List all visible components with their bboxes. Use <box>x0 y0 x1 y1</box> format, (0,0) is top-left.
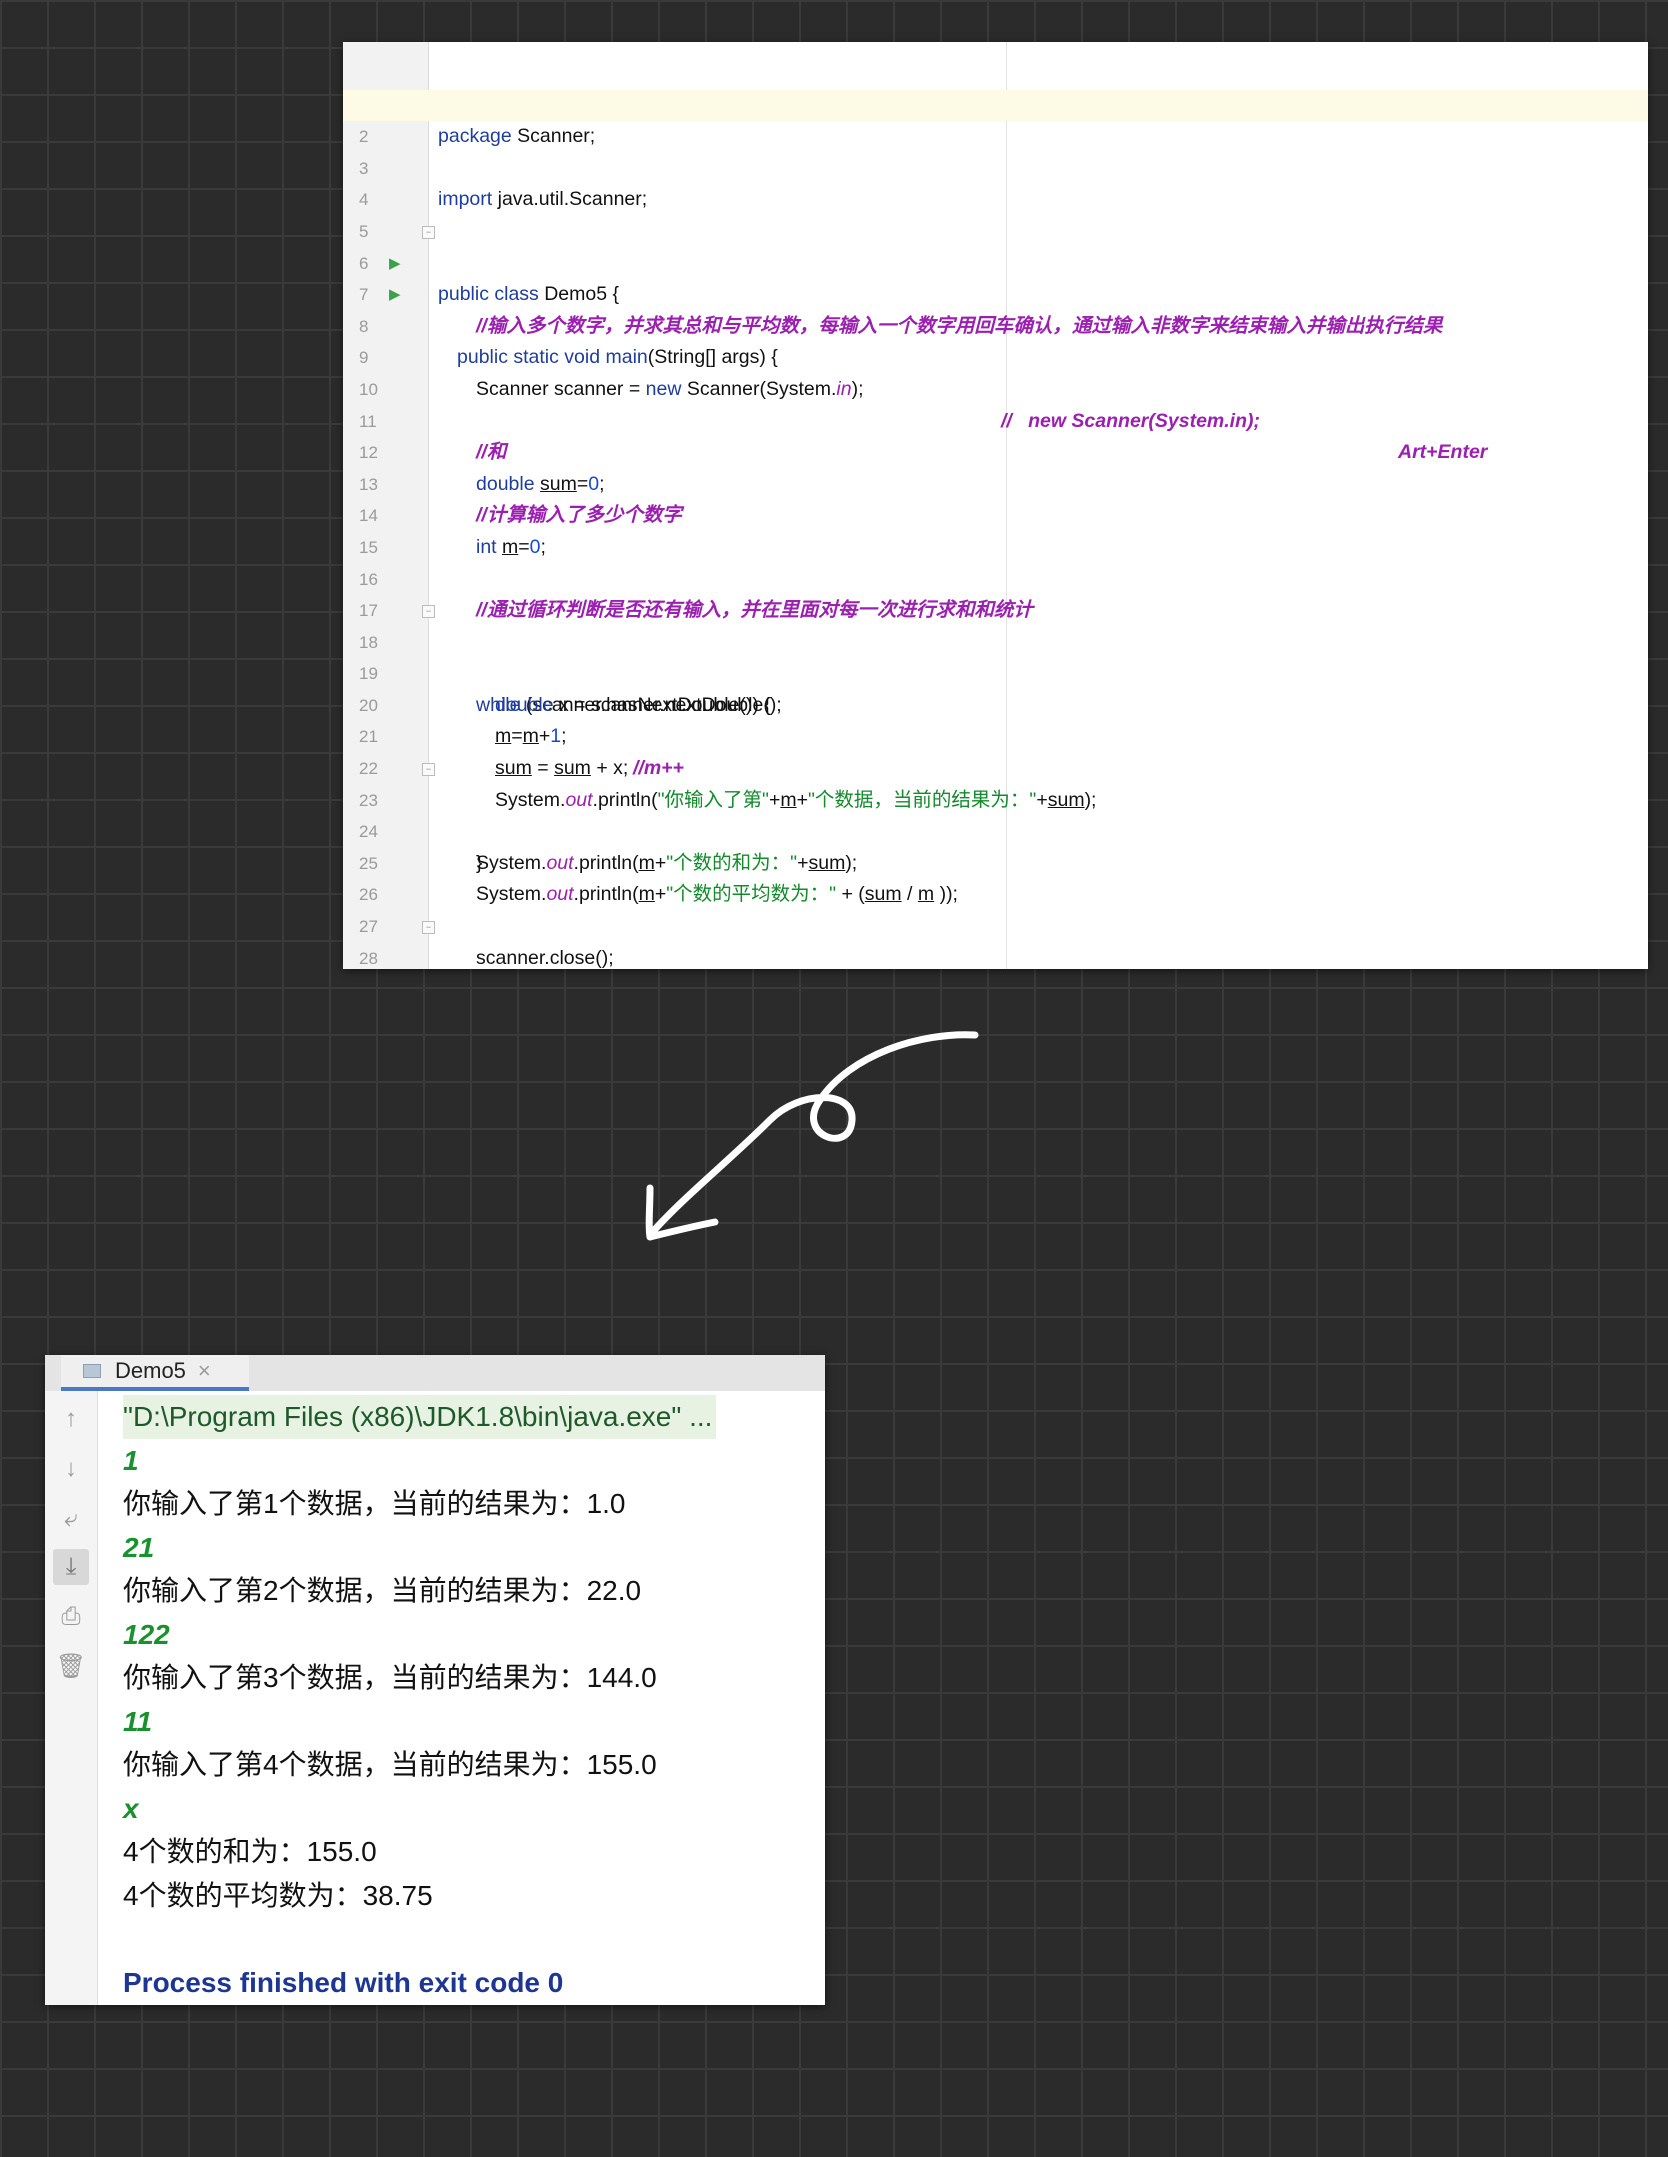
code-line-27: 27 scanner.close(); <box>343 879 1648 969</box>
fold-icon[interactable]: − <box>422 225 435 239</box>
code-line-12: 12 double sum=0; <box>343 406 1648 495</box>
curly-arrow-icon <box>645 1031 979 1241</box>
code-line-17: 17 <box>343 564 1648 620</box>
code-line-26: 26 <box>343 848 1648 904</box>
console-output-line: 你输入了第1个数据，当前的结果为：1.0 <box>123 1488 626 1519</box>
code-line-11: 11 //和 <box>343 374 1648 464</box>
code-line-25: 25 System.out.println(m+"个数的平均数为：" + (su… <box>343 816 1648 906</box>
arrow-up-icon[interactable]: ↑ <box>53 1401 89 1437</box>
code-line-7: 7 //输入多个数字，并求其总和与平均数，每输入一个数字用回车确认，通过输入非数… <box>343 248 1648 337</box>
code-editor[interactable]: 1 package Scanner; 2 3 import java.util.… <box>343 42 1648 969</box>
fold-icon[interactable]: − <box>422 921 435 935</box>
console-input-line: 21 <box>123 1531 155 1563</box>
console-output-line: 你输入了第3个数据，当前的结果为：144.0 <box>123 1662 657 1693</box>
tab-demo5[interactable]: Demo5 × <box>61 1355 249 1391</box>
console-input-line: 122 <box>123 1618 170 1650</box>
java-command-line[interactable]: "D:\Program Files (x86)\JDK1.8\bin\java.… <box>123 1395 717 1439</box>
console-input-line: 1 <box>123 1444 139 1476</box>
code-line-28: 28 − } <box>343 911 1648 968</box>
code-line-21: 21 sum = sum + x; <box>343 690 1648 779</box>
code-line-19: 19 double x = scanner.nextDouble(); <box>343 627 1648 716</box>
console-input-line: x <box>123 1792 139 1824</box>
scroll-to-end-icon[interactable]: ⤓ <box>53 1549 89 1585</box>
console-tab-bar: Demo5 × <box>45 1355 825 1391</box>
console-output-line: 4个数的和为：155.0 <box>123 1836 377 1867</box>
trash-icon[interactable]: 🗑 <box>53 1649 89 1685</box>
code-line-22: 22 System.out.println("你输入了第"+m+"个数据，当前的… <box>343 721 1648 811</box>
code-line-24: 24 System.out.println(m+"个数的和为："+sum); <box>343 785 1648 874</box>
console-input-line: 11 <box>123 1705 153 1737</box>
code-line-10: 10 <box>343 342 1648 399</box>
code-line-2: 2 <box>343 89 1648 146</box>
run-console: Demo5 × ↑ ↓ ⤶ ⤓ ⎙ 🗑 "D:\Program Files (x… <box>45 1355 825 2005</box>
console-output-line: 4个数的平均数为：38.75 <box>123 1879 433 1911</box>
code-line-3: 3 import java.util.Scanner; <box>343 121 1648 211</box>
console-toolbar: ↑ ↓ ⤶ ⤓ ⎙ 🗑 <box>45 1391 98 2005</box>
arrow-down-icon[interactable]: ↓ <box>53 1451 89 1487</box>
code-line-1: 1 package Scanner; <box>343 58 1648 148</box>
code-line-13: 13 //计算输入了多少个数字 <box>343 437 1648 527</box>
arrow-curve <box>646 1031 979 1239</box>
code-line-5: 5 ▶ public class Demo5 { <box>343 184 1648 305</box>
code-line-6: 6 ▶ − public static void main(String[] a… <box>343 216 1648 368</box>
code-lines: 1 package Scanner; 2 3 import java.util.… <box>343 58 1648 969</box>
code-line-18: 18 − while (scanner.hasNextDouble()) { <box>343 595 1648 716</box>
console-icon <box>83 1364 101 1378</box>
process-finished-line: Process finished with exit code 0 <box>123 1966 564 1998</box>
code-line-15: 15 <box>343 500 1648 557</box>
soft-wrap-icon[interactable]: ⤶ <box>53 1501 89 1537</box>
code-line-23: 23 − } <box>343 753 1648 874</box>
close-icon[interactable]: × <box>198 1358 211 1384</box>
code-line-16: 16 //通过循环判断是否还有输入，并在里面对每一次进行求和和统计 <box>343 532 1648 622</box>
fold-icon[interactable]: − <box>422 605 435 619</box>
code-line-14: 14 int m=0; <box>343 469 1648 558</box>
code-line-20: 20 m=m+1; //m++ <box>343 658 1648 779</box>
print-icon[interactable]: ⎙ <box>53 1599 89 1635</box>
code-line-29: 29 } <box>343 943 1648 969</box>
console-output-line: 你输入了第4个数据，当前的结果为：155.0 <box>123 1749 657 1780</box>
tab-label: Demo5 <box>115 1358 186 1383</box>
code-line-9: 9 Scanner scanner = new Scanner(System.i… <box>343 311 1648 463</box>
console-output-line: 你输入了第2个数据，当前的结果为：22.0 <box>123 1575 642 1606</box>
fold-icon[interactable]: − <box>422 763 435 777</box>
code-line-8: 8 <box>343 279 1648 336</box>
code-line-4: 4 <box>343 153 1648 209</box>
console-output: "D:\Program Files (x86)\JDK1.8\bin\java.… <box>123 1395 823 2004</box>
